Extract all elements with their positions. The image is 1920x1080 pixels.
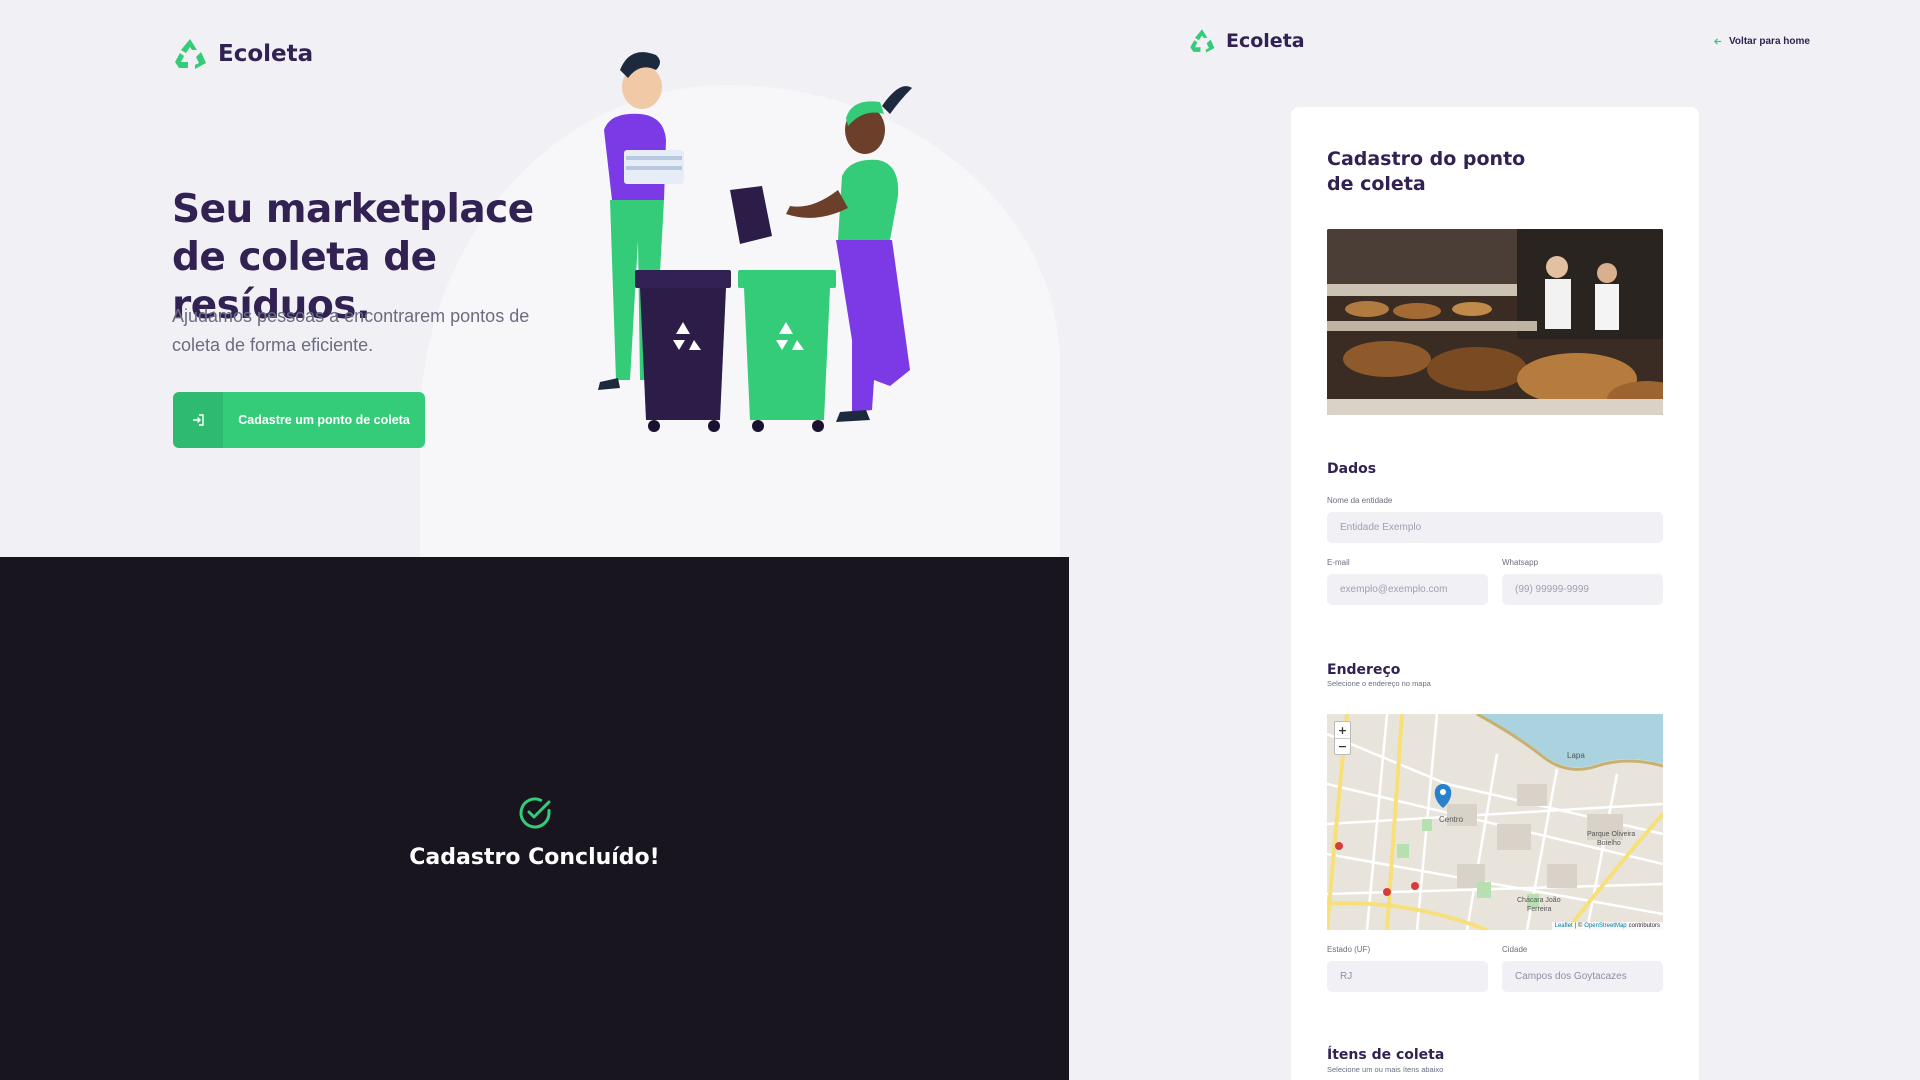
back-to-home-link[interactable]: Voltar para home [1713,36,1810,47]
create-point-logo[interactable]: Ecoleta [1188,27,1305,55]
form-title: Cadastro do ponto de coleta [1327,148,1526,195]
entity-name-input[interactable] [1327,512,1663,543]
brand-name: Ecoleta [1226,30,1305,52]
svg-text:Ferreira: Ferreira [1527,906,1552,913]
log-in-icon [173,392,223,448]
uf-select[interactable]: RJ [1327,961,1488,992]
point-image[interactable] [1327,229,1663,415]
openstreetmap-link[interactable]: OpenStreetMap [1584,923,1626,929]
uf-label: Estado (UF) [1327,945,1371,954]
entity-name-label: Nome da entidade [1327,496,1393,505]
address-map[interactable]: Lapa Centro Parque Oliveira Botelho Chác… [1327,714,1663,930]
city-label: Cidade [1502,945,1528,954]
success-overlay: Cadastro Concluído! [0,557,1069,1080]
leaflet-link[interactable]: Leaflet [1555,923,1573,929]
map-label-parque: Parque Oliveira [1587,831,1635,838]
back-to-home-label: Voltar para home [1729,36,1810,47]
register-point-button[interactable]: Cadastre um ponto de coleta [173,392,425,448]
map-label-lapa: Lapa [1567,751,1585,760]
svg-text:Botelho: Botelho [1597,840,1621,847]
create-point-form: Cadastro do ponto de coleta Dados Nome d… [1291,107,1699,1080]
email-input[interactable] [1327,574,1488,605]
arrow-left-icon [1713,38,1722,45]
recycle-logo-icon [175,39,206,69]
map-label-chacara: Chácara João [1517,897,1561,904]
map-tiles: Lapa Centro Parque Oliveira Botelho Chác… [1327,714,1663,930]
map-label-centro: Centro [1439,815,1464,824]
attribution-tail: contributors [1628,923,1660,929]
check-circle-icon [519,797,550,829]
map-zoom-in-button[interactable]: + [1335,722,1350,738]
attribution-separator: | © [1574,923,1583,929]
map-zoom-out-button[interactable]: − [1335,738,1350,754]
map-attribution: Leaflet | © OpenStreetMap contributors [1551,922,1663,930]
section-address-title: Endereço [1327,662,1401,678]
register-point-label: Cadastre um ponto de coleta [238,413,410,427]
whatsapp-label: Whatsapp [1502,558,1539,567]
home-page: Ecoleta Seu marketplace de coleta de res… [0,0,1069,557]
section-address-subtitle: Selecione o endereço no mapa [1327,679,1431,688]
home-logo[interactable]: Ecoleta [172,36,313,72]
recycling-people-illustration [598,52,912,432]
section-items-subtitle: Selecione um ou mais ítens abaixo [1327,1065,1444,1074]
section-items-title: Ítens de coleta [1327,1047,1445,1063]
brand-name: Ecoleta [218,41,314,67]
whatsapp-input[interactable] [1502,574,1663,605]
email-label: E-mail [1327,558,1350,567]
map-zoom-control: + − [1334,721,1351,755]
success-title: Cadastro Concluído! [409,845,660,870]
hero-description: Ajudamos pessoas a encontrarem pontos de… [172,306,530,355]
section-data-title: Dados [1327,461,1377,477]
city-select[interactable]: Campos dos Goytacazes [1502,961,1663,992]
recycle-logo-icon [1190,29,1215,53]
success-message: Cadastro Concluído! [0,795,1069,870]
bakery-photo [1327,229,1663,415]
